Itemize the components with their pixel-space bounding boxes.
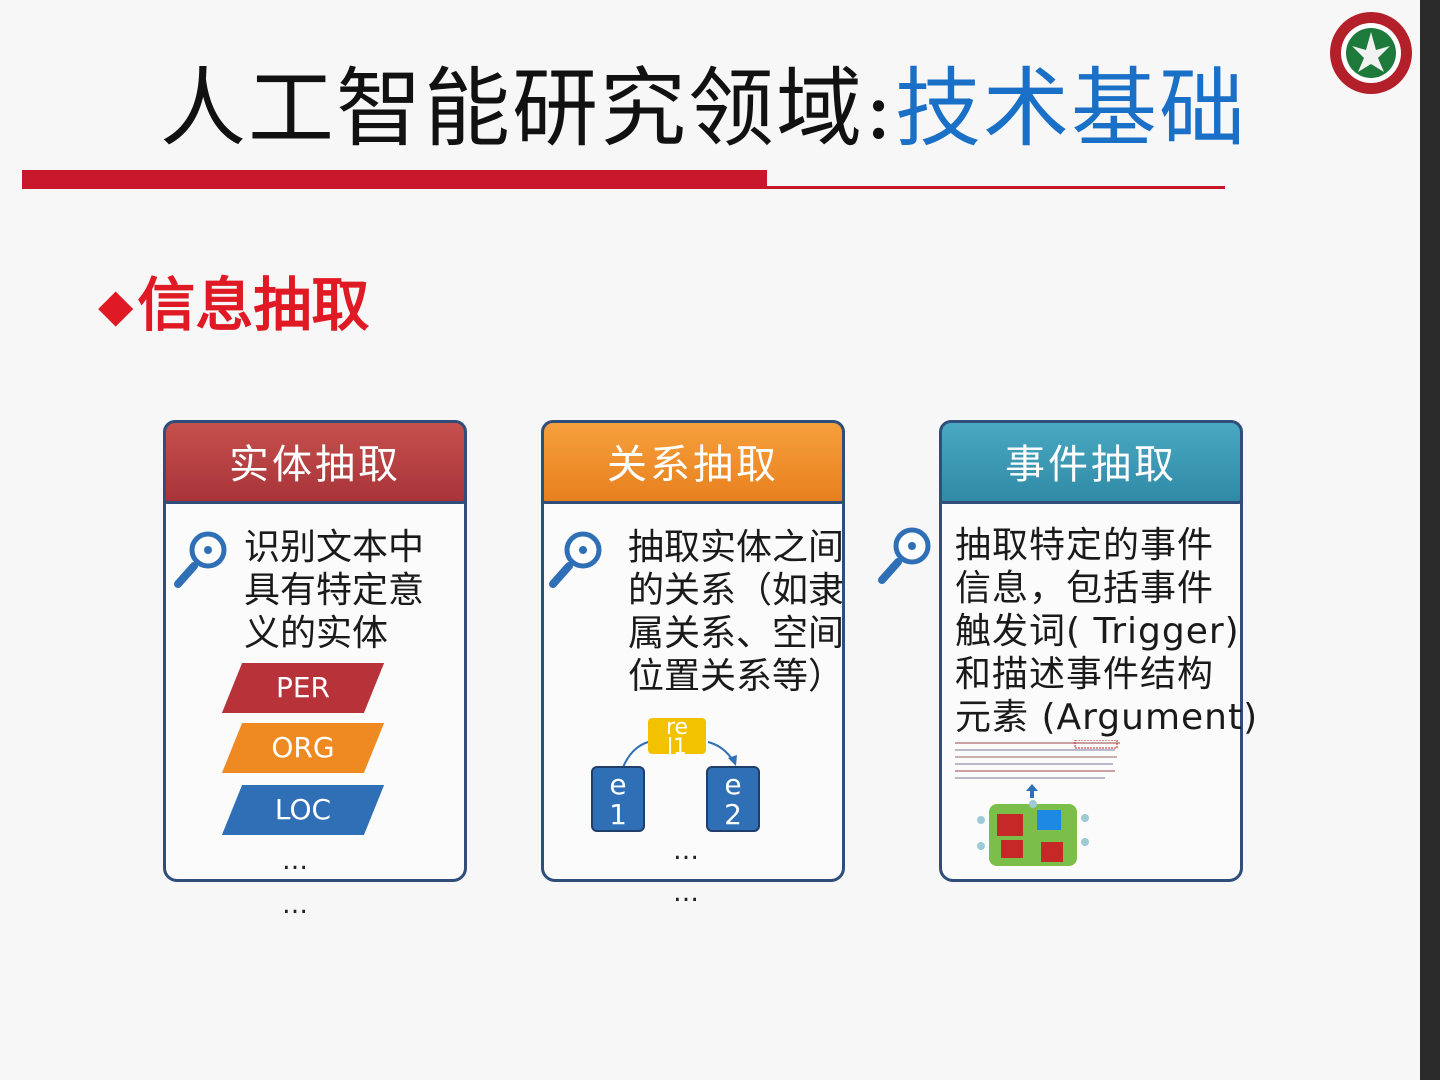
card-title: 事件抽取 bbox=[939, 420, 1243, 504]
card-description: 识别文本中 具有特定意 义的实体 bbox=[244, 527, 425, 654]
tag-org: ORG bbox=[221, 723, 385, 773]
card-description: 抽取实体之间 的关系（如隶 属关系、空间 位置关系等） bbox=[628, 527, 845, 697]
title-main: 人工智能研究领域: bbox=[160, 59, 895, 159]
ellipsis: … bbox=[673, 878, 699, 908]
tag-loc: LOC bbox=[221, 785, 385, 835]
title-underline-thin bbox=[22, 186, 1225, 189]
university-logo bbox=[1330, 12, 1412, 94]
slide: 人工智能研究领域:技术基础 ◆信息抽取 实体抽取 识别文本中 具有特定意 义的实… bbox=[0, 0, 1420, 1080]
magnifier-icon bbox=[174, 531, 227, 588]
document-thumbnail bbox=[955, 740, 1120, 779]
magnifier-icon bbox=[878, 527, 931, 584]
ellipsis: … bbox=[282, 846, 308, 876]
window-edge bbox=[1420, 0, 1440, 1080]
page-title: 人工智能研究领域:技术基础 bbox=[160, 62, 1247, 157]
arrow-up-icon bbox=[1026, 784, 1038, 798]
tag-per: PER bbox=[221, 663, 385, 713]
event-graph-thumbnail bbox=[977, 800, 1089, 866]
card-title: 实体抽取 bbox=[163, 420, 467, 504]
title-highlight: 技术基础 bbox=[894, 59, 1247, 159]
diamond-bullet-icon: ◆ bbox=[98, 278, 134, 332]
card-description: 抽取特定的事件 信息，包括事件 触发词( Trigger) 和描述事件结构 元素… bbox=[955, 525, 1259, 738]
ellipsis: … bbox=[282, 890, 308, 920]
card-title: 关系抽取 bbox=[541, 420, 845, 504]
section-heading: ◆信息抽取 bbox=[98, 258, 369, 342]
section-heading-text: 信息抽取 bbox=[137, 271, 370, 339]
entity-node-2: e 2 bbox=[706, 766, 760, 832]
magnifier-icon bbox=[549, 531, 602, 588]
ellipsis: … bbox=[673, 836, 699, 866]
entity-node-1: e 1 bbox=[591, 766, 645, 832]
relation-node: re l1 bbox=[648, 718, 706, 754]
